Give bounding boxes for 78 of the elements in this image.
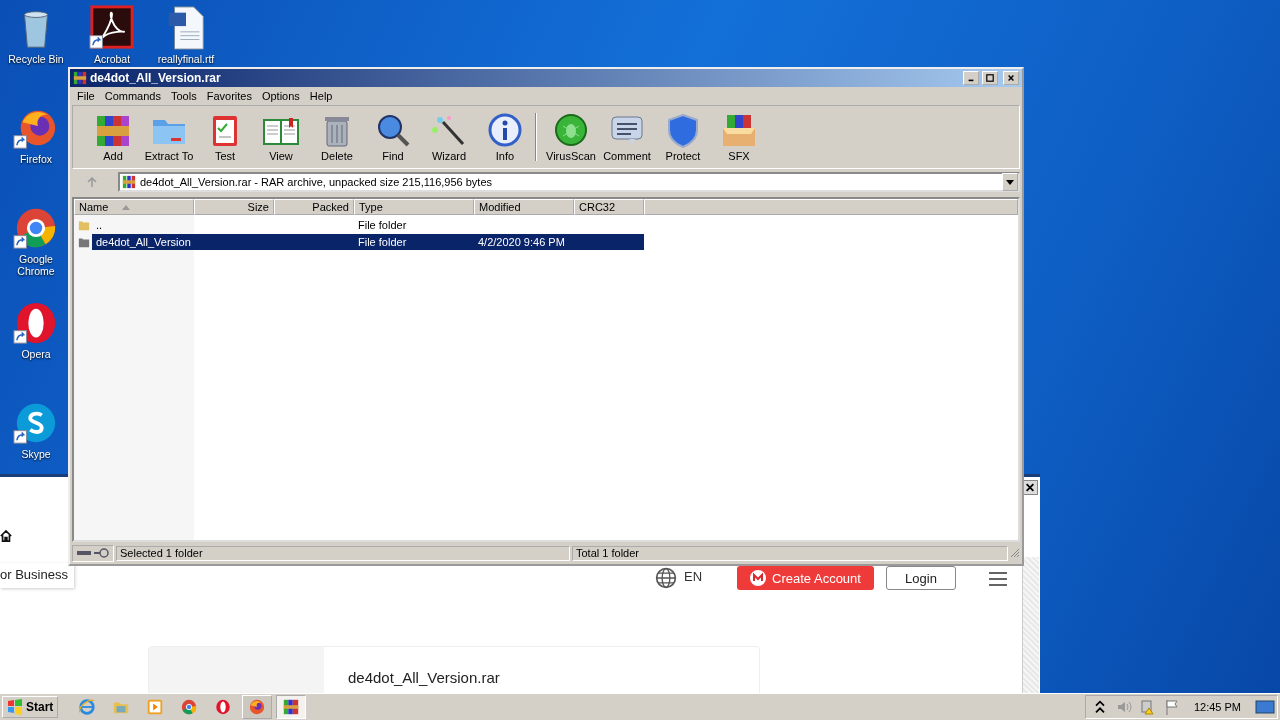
clock[interactable]: 12:45 PM — [1193, 701, 1241, 713]
browser-icon — [214, 698, 233, 716]
menu-item[interactable]: Options — [256, 89, 305, 103]
resize-grip-icon[interactable] — [1010, 548, 1020, 558]
close-icon — [1006, 74, 1016, 82]
create-account-button[interactable]: Create Account — [737, 566, 874, 590]
show-desktop-icon[interactable] — [1255, 699, 1275, 715]
toolbar-button[interactable]: Protect — [655, 108, 711, 166]
maximize-icon — [985, 74, 995, 82]
toolbar-button[interactable]: Comment — [599, 108, 655, 166]
archive-icon — [73, 71, 87, 85]
icon-label: reallyfinal.rtf — [157, 53, 215, 65]
toolbar-button[interactable]: VirusScan — [543, 108, 599, 166]
column-header[interactable]: Type — [354, 199, 474, 215]
column-header[interactable]: Size — [194, 199, 274, 215]
toolbar-button[interactable]: Info — [477, 108, 533, 166]
dropdown-button[interactable] — [1002, 173, 1018, 191]
menu-icon[interactable] — [989, 572, 1007, 586]
column-header[interactable]: Name — [74, 199, 194, 215]
flag-icon[interactable] — [1163, 699, 1180, 715]
menu-item[interactable]: Favorites — [201, 89, 257, 103]
browser-icon — [180, 698, 199, 716]
table-cell-text: de4dot_All_Version — [95, 235, 192, 248]
maximize-button[interactable] — [982, 71, 998, 85]
start-button[interactable]: Start — [2, 696, 59, 718]
toolbar-button[interactable]: Wizard — [421, 108, 477, 166]
table-cell-text: 4/2/2020 9:46 PM — [477, 235, 566, 248]
file-row[interactable]: de4dot_All_Version File folder 4/2/2020 9:46 PM — [92, 233, 644, 250]
toolbar-button[interactable]: Delete — [309, 108, 365, 166]
column-header[interactable]: CRC32 — [574, 199, 644, 215]
app-icon[interactable] — [89, 5, 135, 51]
window-title: de4dot_All_Version.rar — [90, 71, 221, 85]
icon-label: Acrobat — [93, 53, 131, 65]
table-cell-text: File folder — [357, 218, 408, 231]
address-field[interactable]: de4dot_All_Version.rar - RAR archive, unpacked size 215,116,956 bytes — [118, 172, 1020, 192]
archive-icon — [122, 175, 136, 189]
icon-label: Firefox — [19, 153, 53, 165]
toolbar-button[interactable]: SFX — [711, 108, 767, 166]
column-header[interactable]: Modified — [474, 199, 574, 215]
icon-label: Skype — [21, 448, 51, 460]
toolbar-button[interactable]: Extract To — [141, 108, 197, 166]
logo-icon — [750, 570, 767, 586]
toolbar-button[interactable]: View — [253, 108, 309, 166]
icon-label: Opera — [21, 348, 51, 360]
table-cell-text: File folder — [357, 235, 408, 248]
taskbar-button[interactable] — [276, 695, 307, 719]
toolbar-button[interactable]: Add — [85, 108, 141, 166]
file-title: de4dot_All_Version.rar — [348, 668, 500, 688]
caret-icon — [1006, 179, 1014, 185]
play-icon — [146, 698, 165, 716]
close-icon — [1025, 483, 1035, 492]
scrollbar[interactable] — [1022, 557, 1039, 696]
icon-label: Recycle Bin — [8, 53, 64, 65]
login-button[interactable]: Login — [886, 566, 956, 590]
drive-key-icon — [76, 548, 110, 558]
taskbar-button[interactable] — [242, 695, 273, 719]
menu-item[interactable]: File — [72, 89, 100, 103]
toolbar-button[interactable]: Find — [365, 108, 421, 166]
column-header[interactable]: Packed — [274, 199, 354, 215]
browser-icon — [78, 698, 97, 716]
browser-icon — [248, 698, 267, 716]
icon-label: Google Chrome — [16, 253, 56, 277]
menu-item[interactable]: Tools — [166, 89, 202, 103]
windows-logo-icon — [7, 699, 23, 715]
status-text: Total 1 folder — [572, 545, 1008, 561]
menu-item[interactable]: Commands — [99, 89, 166, 103]
globe-icon[interactable] — [655, 567, 677, 589]
table-cell-text: .. — [95, 218, 104, 231]
file-row[interactable]: .. File folder — [92, 216, 644, 233]
minimize-button[interactable] — [963, 71, 979, 85]
business-link[interactable]: or Business — [0, 563, 74, 588]
up-arrow-icon — [86, 176, 98, 188]
language-label[interactable]: EN — [684, 569, 703, 584]
status-text: Selected 1 folder — [116, 545, 570, 561]
archive-icon — [282, 698, 301, 716]
toolbar-button[interactable]: Test — [197, 108, 253, 166]
menu-item[interactable]: Help — [304, 89, 338, 103]
home-icon[interactable] — [0, 529, 12, 543]
